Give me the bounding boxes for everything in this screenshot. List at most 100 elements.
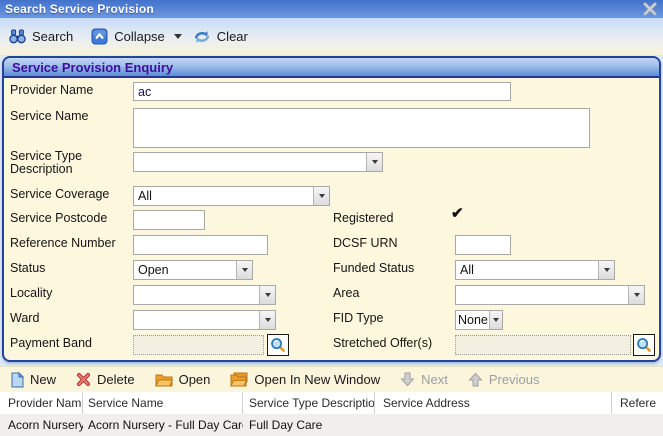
collapse-button-label: Collapse bbox=[114, 29, 165, 44]
results-header-row: Provider Name Service Name Service Type … bbox=[0, 392, 663, 414]
search-service-provision-window: Search Service Provision Search bbox=[0, 0, 663, 436]
ward-value bbox=[134, 311, 259, 329]
close-icon[interactable] bbox=[642, 0, 658, 16]
panel-title: Service Provision Enquiry bbox=[12, 60, 173, 75]
panel-body: Provider Name Service Name Service Type … bbox=[4, 78, 659, 362]
service-name-input[interactable] bbox=[133, 108, 590, 148]
new-button[interactable]: New bbox=[6, 369, 61, 391]
window-title: Search Service Provision bbox=[5, 2, 154, 16]
stretched-offers-lookup-button[interactable] bbox=[633, 334, 655, 356]
dcsf-urn-label: DCSF URN bbox=[333, 237, 398, 250]
payment-band-lookup-button[interactable] bbox=[267, 334, 289, 356]
collapse-chevron-icon bbox=[91, 28, 108, 45]
open-folder-icon bbox=[155, 373, 173, 387]
clear-button[interactable]: Clear bbox=[188, 26, 253, 48]
results-grid: Provider Name Service Name Service Type … bbox=[0, 392, 663, 436]
column-header-service-type-description[interactable]: Service Type Description bbox=[243, 392, 375, 414]
reference-number-input[interactable] bbox=[133, 235, 268, 255]
magnifier-icon bbox=[636, 337, 652, 353]
payment-band-label: Payment Band bbox=[10, 337, 92, 350]
fid-type-label: FID Type bbox=[333, 312, 383, 325]
registered-checkbox[interactable]: ✔ bbox=[451, 204, 464, 222]
delete-x-icon bbox=[76, 372, 91, 387]
binoculars-search-icon bbox=[9, 29, 26, 44]
chevron-down-icon[interactable] bbox=[489, 311, 502, 329]
funded-status-select[interactable]: All bbox=[455, 260, 615, 280]
service-provision-enquiry-panel: Service Provision Enquiry Provider Name … bbox=[2, 56, 661, 362]
provider-name-input[interactable] bbox=[133, 82, 511, 101]
service-type-description-select[interactable] bbox=[133, 152, 383, 172]
arrow-up-icon bbox=[468, 372, 483, 387]
status-select[interactable]: Open bbox=[133, 260, 253, 280]
main-area: Service Provision Enquiry Provider Name … bbox=[0, 55, 663, 366]
search-button[interactable]: Search bbox=[4, 26, 78, 47]
new-button-label: New bbox=[30, 372, 56, 387]
funded-status-value: All bbox=[456, 261, 598, 279]
open-in-new-window-label: Open In New Window bbox=[254, 372, 380, 387]
cell-service-address bbox=[375, 414, 612, 436]
collapse-button[interactable]: Collapse bbox=[86, 25, 170, 48]
panel-header: Service Provision Enquiry bbox=[4, 58, 659, 78]
service-type-description-label: Service Type Description bbox=[10, 150, 128, 176]
dcsf-urn-input[interactable] bbox=[455, 235, 511, 255]
chevron-down-icon[interactable] bbox=[259, 311, 275, 329]
chevron-down-icon[interactable] bbox=[313, 187, 329, 205]
cell-service-type-description: Full Day Care bbox=[243, 414, 375, 436]
ward-label: Ward bbox=[10, 312, 39, 325]
locality-select[interactable] bbox=[133, 285, 276, 305]
clear-button-label: Clear bbox=[217, 29, 248, 44]
open-in-new-window-button[interactable]: Open In New Window bbox=[225, 369, 385, 390]
open-button[interactable]: Open bbox=[150, 369, 216, 390]
collapse-menu-caret-icon[interactable] bbox=[174, 34, 182, 39]
next-button-label: Next bbox=[421, 372, 448, 387]
chevron-down-icon[interactable] bbox=[628, 286, 644, 304]
result-row-acorn-nursery[interactable]: Acorn Nursery Acorn Nursery - Full Day C… bbox=[0, 414, 663, 436]
service-type-description-value bbox=[134, 153, 366, 171]
column-header-service-address[interactable]: Service Address bbox=[375, 392, 612, 414]
chevron-down-icon[interactable] bbox=[366, 153, 382, 171]
open-button-label: Open bbox=[179, 372, 211, 387]
stretched-offers-label: Stretched Offer(s) bbox=[333, 337, 432, 350]
search-button-label: Search bbox=[32, 29, 73, 44]
service-coverage-value: All bbox=[134, 187, 313, 205]
new-document-icon bbox=[11, 372, 24, 388]
fid-type-value: None bbox=[456, 311, 489, 329]
chevron-down-icon[interactable] bbox=[236, 261, 252, 279]
previous-button: Previous bbox=[463, 369, 545, 390]
cell-service-name: Acorn Nursery - Full Day Care bbox=[83, 414, 243, 436]
delete-button-label: Delete bbox=[97, 372, 135, 387]
column-header-reference[interactable]: Refere bbox=[612, 392, 663, 414]
locality-value bbox=[134, 286, 259, 304]
status-value: Open bbox=[134, 261, 236, 279]
previous-button-label: Previous bbox=[489, 372, 540, 387]
area-select[interactable] bbox=[455, 285, 645, 305]
service-coverage-select[interactable]: All bbox=[133, 186, 330, 206]
service-coverage-label: Service Coverage bbox=[10, 188, 109, 201]
stretched-offers-field bbox=[455, 335, 631, 355]
column-header-service-name[interactable]: Service Name bbox=[83, 392, 243, 414]
top-toolbar: Search Collapse Clear bbox=[0, 18, 663, 55]
funded-status-label: Funded Status bbox=[333, 262, 414, 275]
magnifier-icon bbox=[270, 337, 286, 353]
service-name-label: Service Name bbox=[10, 110, 89, 123]
chevron-down-icon[interactable] bbox=[598, 261, 614, 279]
arrow-down-icon bbox=[400, 372, 415, 387]
title-bar: Search Service Provision bbox=[0, 0, 663, 18]
area-label: Area bbox=[333, 287, 359, 300]
area-value bbox=[456, 286, 628, 304]
cell-reference bbox=[612, 414, 663, 436]
delete-button[interactable]: Delete bbox=[71, 369, 140, 390]
column-header-provider-name[interactable]: Provider Name bbox=[0, 392, 83, 414]
ward-select[interactable] bbox=[133, 310, 276, 330]
cell-provider-name: Acorn Nursery bbox=[0, 414, 83, 436]
service-postcode-label: Service Postcode bbox=[10, 212, 107, 225]
service-postcode-input[interactable] bbox=[133, 210, 205, 230]
open-in-new-window-folder-icon bbox=[230, 372, 248, 387]
provider-name-label: Provider Name bbox=[10, 84, 93, 97]
registered-label: Registered bbox=[333, 212, 393, 225]
fid-type-select[interactable]: None bbox=[455, 310, 503, 330]
status-label: Status bbox=[10, 262, 45, 275]
chevron-down-icon[interactable] bbox=[259, 286, 275, 304]
payment-band-field bbox=[133, 335, 264, 355]
clear-refresh-icon bbox=[193, 29, 211, 45]
